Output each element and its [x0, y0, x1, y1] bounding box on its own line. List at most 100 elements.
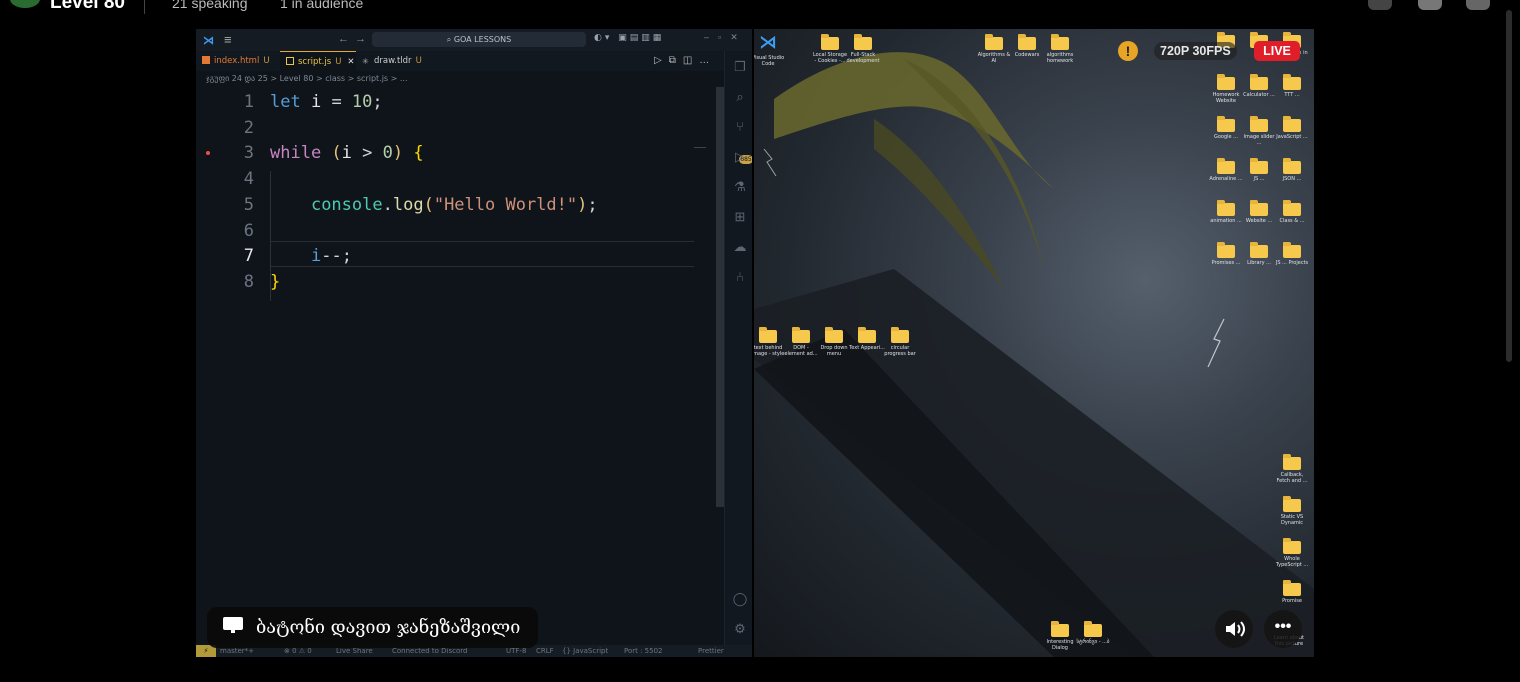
folder-icon	[891, 327, 909, 343]
desktop-folder[interactable]: Text Appeari...	[849, 327, 885, 351]
header-divider	[144, 0, 145, 14]
folder-label: Promises ...	[1211, 260, 1241, 266]
desktop-folder[interactable]: JS ...	[1241, 158, 1277, 182]
desktop-folder[interactable]: Image slider ...	[1241, 116, 1277, 146]
desktop-folder[interactable]: Interesting Dialog	[1042, 621, 1078, 651]
tab-script-js[interactable]: script.js U ✕	[280, 51, 356, 71]
desktop-folder[interactable]: Promise	[1274, 580, 1310, 604]
desktop-folder[interactable]: JSON ...	[1274, 158, 1310, 182]
desktop-folder[interactable]: TTT ...	[1274, 74, 1310, 98]
desktop-folder[interactable]: circular progress bar	[882, 327, 918, 357]
search-icon[interactable]: ⌕	[732, 89, 748, 105]
desktop-folder[interactable]: Adrenaline ...	[1208, 158, 1244, 182]
desktop-folder[interactable]: Static VS Dynamic	[1274, 496, 1310, 526]
desktop-icon-vscode[interactable]: ⋊ Visual Studio Code	[754, 33, 786, 68]
folder-icon	[1283, 496, 1301, 512]
code-token: {	[403, 143, 424, 164]
folder-icon	[1217, 200, 1235, 216]
code-text: i--;	[270, 243, 352, 269]
code-token: "Hello World!"	[433, 194, 578, 215]
desktop-folder[interactable]: DOM - element ad...	[783, 327, 819, 357]
code-token: .	[382, 194, 393, 215]
desktop-folder[interactable]: Local Storage - Cookies -...	[812, 34, 848, 64]
line-number: 2	[243, 117, 254, 138]
volume-button[interactable]	[1215, 610, 1253, 648]
line-ending[interactable]: CRLF	[536, 645, 554, 657]
git-graph-icon[interactable]: ⑃	[732, 269, 748, 285]
explorer-icon[interactable]: ❐	[732, 59, 748, 75]
desktop-folder[interactable]: Homework Website	[1208, 74, 1244, 104]
nav-arrows-icon[interactable]: ←→	[338, 33, 372, 45]
desktop-folder[interactable]: JavaScript ...	[1274, 116, 1310, 140]
folder-icon	[1217, 74, 1235, 90]
desktop-folder[interactable]: Class & ...	[1274, 200, 1310, 224]
folder-icon	[1283, 116, 1301, 132]
menu-icon[interactable]: ≡	[224, 32, 232, 47]
code-token: log	[392, 194, 424, 215]
code-token: ;	[587, 194, 598, 215]
code-token: i	[341, 143, 363, 164]
remote-icon[interactable]: ☁	[732, 239, 748, 255]
tab-draw-tldr[interactable]: ✳ draw.tldr U	[356, 51, 436, 71]
code-token: =	[331, 92, 352, 112]
language-mode[interactable]: {} JavaScript	[562, 645, 608, 657]
desktop-folder[interactable]: Algorithms & AI	[976, 34, 1012, 64]
desktop-folder[interactable]: Callback, Fetch and ...	[1274, 454, 1310, 484]
folder-icon	[858, 327, 876, 343]
folder-icon	[1250, 242, 1268, 258]
settings-gear-icon[interactable]: ⚙	[732, 621, 748, 637]
more-options-button[interactable]: •••	[1264, 610, 1302, 648]
editor-actions-icon[interactable]: ▷⧉◫…	[654, 55, 716, 66]
folder-icon	[985, 34, 1003, 50]
code-line[interactable]: 8}	[196, 269, 696, 295]
share-icon[interactable]	[1466, 0, 1490, 10]
code-editor[interactable]: 1 let i = 10; 2 3 while (i > 0) {4 5 console.…	[196, 87, 726, 640]
desktop-folder[interactable]: JS ... Projects	[1274, 242, 1310, 266]
desktop-folder[interactable]: Website ...	[1241, 200, 1277, 224]
code-line[interactable]: 2	[196, 115, 696, 141]
code-line[interactable]: 7 i--;	[196, 243, 696, 269]
testing-icon[interactable]: ⚗	[732, 179, 748, 195]
user-avatar[interactable]	[1418, 0, 1442, 10]
code-line[interactable]: 6	[196, 218, 696, 244]
prettier-status[interactable]: Prettier	[698, 645, 724, 657]
desktop-folder[interactable]: Drop down menu	[816, 327, 852, 357]
code-token: while	[270, 143, 332, 164]
close-tab-icon[interactable]: ✕	[347, 57, 354, 67]
desktop-folder[interactable]: Promises ...	[1208, 242, 1244, 266]
extensions-icon[interactable]: ⊞	[732, 209, 748, 225]
folder-icon	[1250, 158, 1268, 174]
folder-icon	[1283, 200, 1301, 216]
layout-controls-icon[interactable]: ◐▾ ▣▤▥▦	[594, 33, 664, 43]
live-server-port[interactable]: Port : 5502	[624, 645, 663, 657]
desktop-folder[interactable]: Calculator ...	[1241, 74, 1277, 98]
desktop-folder[interactable]: text behind image - style	[754, 327, 786, 357]
code-line[interactable]: 4	[196, 166, 696, 192]
desktop-folder[interactable]: animation ...	[1208, 200, 1244, 224]
account-icon[interactable]: ◯	[732, 591, 748, 607]
desktop-folder[interactable]: Google ...	[1208, 116, 1244, 140]
more-options-icon[interactable]	[1368, 0, 1392, 10]
code-line[interactable]: 1 let i = 10;	[196, 89, 696, 115]
window-controls[interactable]: –▫✕	[704, 32, 747, 43]
source-control-icon[interactable]: ⑂	[732, 119, 748, 135]
code-line[interactable]: 5 console.log("Hello World!");	[196, 192, 696, 218]
room-avatar	[10, 0, 40, 8]
code-token: console	[310, 194, 383, 215]
run-debug-icon[interactable]: ▷	[732, 149, 748, 165]
search-text: GOA LESSONS	[453, 35, 512, 44]
desktop-folder[interactable]: სტრინგი - ...ბ	[1075, 621, 1111, 645]
speaker-icon	[1226, 621, 1245, 637]
tab-index-html[interactable]: index.html U	[196, 51, 280, 71]
stream-quality-badge: 720P 30FPS	[1154, 42, 1237, 60]
desktop-folder[interactable]: Codewars	[1009, 34, 1045, 58]
warning-icon[interactable]: !	[1118, 41, 1138, 61]
desktop-folder[interactable]: Library ...	[1241, 242, 1277, 266]
desktop-folder[interactable]: Whole TypeScript ...	[1274, 538, 1310, 568]
desktop-folder[interactable]: Full-Stack development	[845, 34, 881, 64]
desktop-folder[interactable]: algorithms homework	[1042, 34, 1078, 64]
code-line[interactable]: 3 while (i > 0) {	[196, 140, 696, 166]
command-center-search[interactable]: ⌕ GOA LESSONS	[372, 32, 586, 47]
page-scrollbar[interactable]	[1506, 10, 1512, 362]
